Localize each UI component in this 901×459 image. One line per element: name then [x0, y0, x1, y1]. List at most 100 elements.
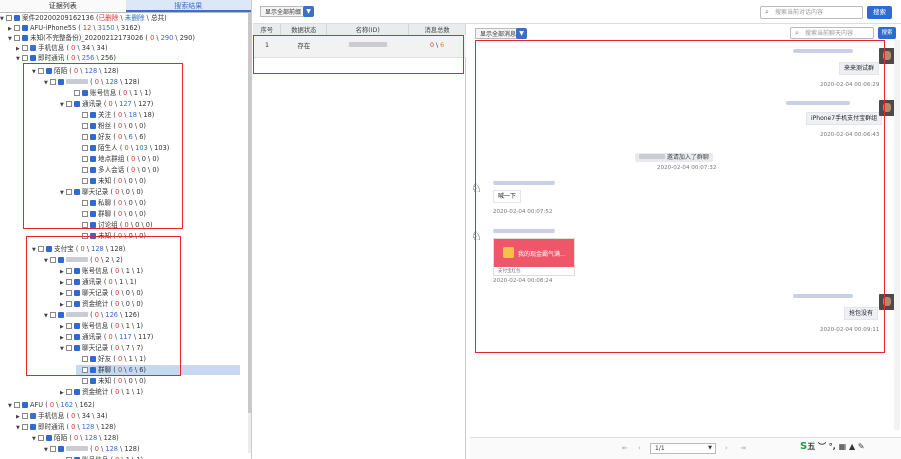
tree-checkbox[interactable]: [22, 45, 28, 51]
tree-node[interactable]: 粉丝 ( 0 \ 0 \ 0): [76, 121, 146, 131]
tree-node[interactable]: ▶ 资金统计 ( 0 \ 1 \ 1): [60, 387, 143, 397]
tree-checkbox[interactable]: [22, 55, 28, 61]
tree-checkbox[interactable]: [82, 378, 88, 384]
tree-node[interactable]: 好友 ( 0 \ 1 \ 1): [76, 354, 146, 364]
search-input[interactable]: 搜索当前对话内容: [760, 6, 863, 19]
message-bubble[interactable]: 喊一下: [493, 190, 522, 203]
tree-checkbox[interactable]: [22, 413, 28, 419]
tree-node[interactable]: ▼ 未知(不完整备份)_2020021217302​6 ( 0 \ 290 \ 2…: [8, 33, 195, 43]
tree-node[interactable]: 未知 ( 0 \ 0 \ 0): [76, 176, 146, 186]
page-select[interactable]: 1/1 ▼: [650, 443, 716, 454]
tree-node[interactable]: ▶ 通讯录 ( 0 \ 1 \ 1): [60, 277, 137, 287]
chevron-down-icon[interactable]: ▼: [516, 28, 527, 39]
tree-checkbox[interactable]: [66, 290, 72, 296]
tree-node[interactable]: 关注 ( 0 \ 18 \ 18): [76, 110, 154, 120]
avatar[interactable]: ♘: [471, 182, 483, 195]
tree-checkbox[interactable]: [66, 323, 72, 329]
tree-node[interactable]: 地点群组 ( 0 \ 0 \ 0): [76, 154, 159, 164]
tree-node[interactable]: ▶ 聊天记录 ( 0 \ 0 \ 0): [60, 288, 143, 298]
avatar[interactable]: ♘: [471, 230, 483, 243]
tree-node[interactable]: 未知 ( 0 \ 0 \ 0): [76, 231, 146, 241]
tree-checkbox[interactable]: [82, 233, 88, 239]
tree-node[interactable]: ▶ 手机信息 ( 0 \ 34 \ 34): [16, 43, 108, 53]
avatar[interactable]: [879, 294, 895, 310]
message-bubble[interactable]: iPhone7手机支付宝群组: [806, 112, 883, 125]
tree-scrollbar[interactable]: [248, 13, 251, 453]
tree-node[interactable]: ▶ 手机信息 ( 0 \ 34 \ 34): [16, 411, 108, 421]
tree-checkbox[interactable]: [82, 134, 88, 140]
tree-checkbox[interactable]: [82, 211, 88, 217]
tree-node[interactable]: 群聊 ( 0 \ 6 \ 6): [76, 365, 240, 375]
tree-checkbox[interactable]: [50, 257, 56, 263]
last-page-icon[interactable]: ⇥: [740, 444, 746, 452]
tree-checkbox[interactable]: [22, 424, 28, 430]
message-bubble[interactable]: 来来测试群: [839, 62, 880, 75]
message-filter-select[interactable]: 显示全部消息: [475, 28, 522, 39]
chat-search-input[interactable]: 搜索当前聊天内容: [790, 27, 874, 39]
tree-node[interactable]: ▼ ( 0 \ 126 \ 126): [44, 310, 140, 320]
tab-search-results[interactable]: 搜索结果: [125, 0, 251, 12]
tree-node[interactable]: 群聊 ( 0 \ 0 \ 0): [76, 209, 146, 219]
tree-node[interactable]: ▶ 资金统计 ( 0 \ 0 \ 0): [60, 299, 143, 309]
tree-node[interactable]: ▼ 即时通讯 ( 0 \ 128 \ 128): [16, 422, 116, 432]
tree-checkbox[interactable]: [38, 246, 44, 252]
tree-checkbox[interactable]: [66, 189, 72, 195]
tree-checkbox[interactable]: [50, 312, 56, 318]
next-page-icon[interactable]: ›: [725, 444, 728, 452]
tree-node[interactable]: ▼ 陌陌 ( 0 \ 128 \ 128): [32, 433, 119, 443]
tree-checkbox[interactable]: [50, 79, 56, 85]
tree-checkbox[interactable]: [82, 156, 88, 162]
tree-checkbox[interactable]: [82, 200, 88, 206]
tree-node[interactable]: ▼ 聊天记录 ( 0 \ 0 \ 0): [60, 187, 143, 197]
tree-node[interactable]: 账号信息 ( 0 \ 1 \ 1): [68, 88, 151, 98]
tree-checkbox[interactable]: [66, 101, 72, 107]
tree-checkbox[interactable]: [38, 435, 44, 441]
col-count[interactable]: 消息总数: [408, 24, 466, 35]
tree-checkbox[interactable]: [82, 123, 88, 129]
col-name[interactable]: 名称(ID): [326, 24, 410, 35]
tree-checkbox[interactable]: [66, 389, 72, 395]
search-button[interactable]: 搜索: [867, 6, 892, 19]
first-page-icon[interactable]: ⇤: [622, 444, 628, 452]
tab-evidence-list[interactable]: 证据列表: [0, 0, 126, 12]
message-bubble[interactable]: 抢包没有: [844, 307, 879, 320]
tree-checkbox[interactable]: [74, 90, 80, 96]
tree-checkbox[interactable]: [14, 25, 20, 31]
tree-node[interactable]: ▶ 账号信息 ( 0 \ 1 \ 1): [60, 266, 143, 276]
tree-checkbox[interactable]: [82, 145, 88, 151]
tree-checkbox[interactable]: [66, 268, 72, 274]
tree-checkbox[interactable]: [82, 222, 88, 228]
tree-checkbox[interactable]: [66, 334, 72, 340]
tree-node[interactable]: ▼ ( 0 \ 128 \ 128): [44, 444, 140, 454]
tree-node[interactable]: 好友 ( 0 \ 6 \ 6): [76, 132, 146, 142]
tree-checkbox[interactable]: [14, 402, 20, 408]
prev-page-icon[interactable]: ‹: [638, 444, 641, 452]
chat-search-button[interactable]: 搜索: [878, 27, 896, 39]
chat-scrollbar[interactable]: [894, 40, 900, 430]
tree-node[interactable]: 私聊 ( 0 \ 0 \ 0): [76, 198, 146, 208]
tree-checkbox[interactable]: [38, 68, 44, 74]
col-status[interactable]: 数据状态: [280, 24, 328, 35]
tree-node[interactable]: ▼ AFU ( 0 \ 162 \ 162): [8, 400, 95, 410]
tree-node[interactable]: 账号信息 ( 0 \ 1 \ 1): [60, 455, 143, 459]
tree-node[interactable]: ▼ 通讯录 ( 0 \ 127 \ 127): [60, 99, 153, 109]
tree-node[interactable]: ▼ ( 0 \ 2 \ 2): [44, 255, 123, 265]
tree-node[interactable]: 陌生人 ( 0 \ 103 \ 103): [76, 143, 169, 153]
red-packet-card[interactable]: 我的现金霸气满... 支付宝红包: [493, 238, 575, 276]
tree-checkbox[interactable]: [66, 345, 72, 351]
tree-checkbox[interactable]: [82, 112, 88, 118]
tree-node[interactable]: ▶ 通讯录 ( 0 \ 117 \ 117): [60, 332, 153, 342]
avatar[interactable]: [879, 48, 895, 64]
col-index[interactable]: 序号: [253, 24, 282, 35]
tree-checkbox[interactable]: [82, 178, 88, 184]
tree-node[interactable]: ▼ ( 0 \ 128 \ 128): [44, 77, 140, 87]
tree-node[interactable]: ▼ 案件20200209162136 (已删除 \ 未删除 \ 总共): [0, 13, 167, 23]
tree-checkbox[interactable]: [66, 279, 72, 285]
tree-node[interactable]: ▼ 支付宝 ( 0 \ 128 \ 128): [32, 244, 125, 254]
tree-node[interactable]: ▼ 聊天记录 ( 0 \ 7 \ 7): [60, 343, 143, 353]
tree-node[interactable]: 多人会话 ( 0 \ 0 \ 0): [76, 165, 159, 175]
tree-node[interactable]: ▼ 即时通讯 ( 0 \ 256 \ 256): [16, 53, 116, 63]
tree-checkbox[interactable]: [82, 356, 88, 362]
tree-node[interactable]: 讨论组 ( 0 \ 0 \ 0): [76, 220, 153, 230]
tree-node[interactable]: ▶ AFU-iPhone5S ( 12 \ 3150 \ 3162): [8, 23, 140, 33]
